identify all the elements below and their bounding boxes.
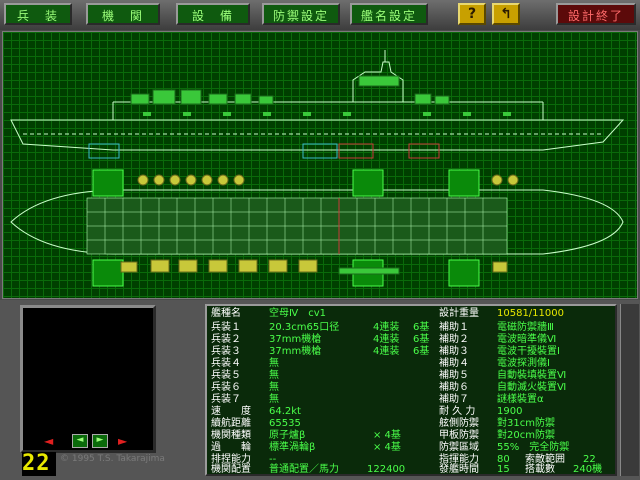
weapon-2-mount: 4連装 bbox=[373, 334, 400, 345]
class-label: 艦種名 bbox=[211, 308, 241, 319]
aux-4-value[interactable]: 電波探測儀Ⅰ bbox=[497, 358, 550, 370]
speed-value: 64.2kt bbox=[269, 406, 301, 417]
undo-button[interactable]: ↰ bbox=[492, 3, 520, 25]
side-armor-label: 舷側防禦 bbox=[439, 418, 479, 429]
layout-label: 機関配置 bbox=[211, 464, 251, 475]
weapon-2-name[interactable]: 37mm機槍 bbox=[269, 334, 321, 346]
aux-2-value[interactable]: 電波暗準儀Ⅵ bbox=[497, 334, 556, 346]
island bbox=[338, 267, 400, 275]
ship-blueprint[interactable] bbox=[2, 31, 638, 299]
durability-value: 1900 bbox=[497, 406, 523, 417]
weapon-1-mount: 4連装 bbox=[373, 322, 400, 333]
weapon-6-name[interactable]: 無 bbox=[269, 382, 279, 394]
aux-7-label: 補助７ bbox=[439, 394, 469, 405]
weapon-1-count: 6基 bbox=[413, 322, 430, 333]
left-arrow-icon[interactable]: ◄ bbox=[44, 435, 53, 447]
side-compartments bbox=[88, 143, 440, 159]
weight-label: 設計重量 bbox=[439, 308, 479, 319]
aux-5-label: 補助５ bbox=[439, 370, 469, 381]
weapon-2-count: 6基 bbox=[413, 334, 430, 345]
defense-value: 55% 完全防禦 bbox=[497, 442, 570, 453]
weapon-4-label: 兵装４ bbox=[211, 358, 241, 369]
top-toolbar: 兵 装 機 関 設 備 防禦設定 艦名設定 ? ↰ 設計終了 bbox=[0, 0, 640, 30]
aircraft-label: 搭載數 bbox=[525, 464, 555, 475]
defense-settings-button[interactable]: 防禦設定 bbox=[262, 3, 340, 25]
engine-count: × 4基 bbox=[373, 430, 401, 441]
right-arrow-icon[interactable]: ► bbox=[118, 435, 127, 447]
class-value: 空母Ⅳ cv1 bbox=[269, 308, 327, 319]
weapon-5-name[interactable]: 無 bbox=[269, 370, 279, 382]
engine-value[interactable]: 原子爐β bbox=[269, 430, 305, 442]
side-view bbox=[10, 50, 625, 151]
aux-3-label: 補助３ bbox=[439, 346, 469, 357]
aux-6-label: 補助６ bbox=[439, 382, 469, 393]
side-openings bbox=[143, 112, 511, 116]
layout-power: 122400 bbox=[367, 464, 406, 475]
weapon-6-label: 兵装６ bbox=[211, 382, 241, 393]
turbine-value[interactable]: 標準渦輪β bbox=[269, 442, 315, 454]
weapon-1-name[interactable]: 20.3cm65口径 bbox=[269, 322, 339, 334]
range-value: 65535 bbox=[269, 418, 301, 429]
engine-label: 機関種類 bbox=[211, 430, 251, 441]
aux-7-value[interactable]: 謎樣裝置α bbox=[497, 394, 544, 406]
exit-design-button[interactable]: 設計終了 bbox=[556, 3, 636, 25]
weapon-3-count: 6基 bbox=[413, 346, 430, 357]
launch-label: 發艦時間 bbox=[439, 464, 479, 475]
defense-label: 防禦區域 bbox=[439, 442, 479, 453]
range-label: 續航距離 bbox=[211, 418, 251, 429]
side-armor-value: 對31cm防禦 bbox=[497, 418, 555, 429]
deck-armor-label: 甲板防禦 bbox=[439, 430, 479, 441]
speed-label: 速 度 bbox=[211, 406, 251, 417]
aux-4-label: 補助４ bbox=[439, 358, 469, 369]
right-scrollbar[interactable] bbox=[620, 304, 639, 476]
weapon-5-label: 兵装５ bbox=[211, 370, 241, 381]
aux-3-value[interactable]: 電波干擾裝置Ⅰ bbox=[497, 346, 560, 358]
layout-value[interactable]: 普通配置／馬力 bbox=[269, 464, 339, 476]
equipment-button[interactable]: 設 備 bbox=[176, 3, 250, 25]
side-turrets bbox=[130, 75, 450, 105]
ship-name-button[interactable]: 艦名設定 bbox=[350, 3, 428, 25]
ship-preview-window bbox=[20, 305, 156, 453]
weapons-button[interactable]: 兵 装 bbox=[4, 3, 72, 25]
aux-5-value[interactable]: 自動裝填裝置Ⅵ bbox=[497, 370, 566, 382]
next-button[interactable]: ► bbox=[92, 434, 108, 448]
copyright-text: © 1995 T.S. Takarajima bbox=[60, 454, 165, 464]
weapon-3-mount: 4連装 bbox=[373, 346, 400, 357]
aircraft-value: 240機 bbox=[573, 464, 603, 475]
weapon-2-label: 兵装２ bbox=[211, 334, 241, 345]
weapon-4-name[interactable]: 無 bbox=[269, 358, 279, 370]
aux-2-label: 補助２ bbox=[439, 334, 469, 345]
aux-1-value[interactable]: 電磁防禦牆Ⅲ bbox=[497, 322, 554, 334]
weapon-7-label: 兵装７ bbox=[211, 394, 241, 405]
turbine-count: × 4基 bbox=[373, 442, 401, 453]
deck-armor-value: 對20cm防禦 bbox=[497, 430, 555, 441]
aux-1-label: 補助１ bbox=[439, 322, 469, 333]
weapon-3-label: 兵装３ bbox=[211, 346, 241, 357]
weight-value: 10581/11000 bbox=[497, 308, 564, 319]
weapon-7-name[interactable]: 無 bbox=[269, 394, 279, 406]
durability-label: 耐 久 力 bbox=[439, 406, 476, 417]
weapon-3-name[interactable]: 37mm機槍 bbox=[269, 346, 321, 358]
engine-button[interactable]: 機 関 bbox=[86, 3, 160, 25]
ship-spec-panel: 艦種名 空母Ⅳ cv1 設計重量 10581/11000 兵装１ 20.3cm6… bbox=[205, 304, 617, 476]
aux-6-value[interactable]: 自動滅火裝置Ⅵ bbox=[497, 382, 566, 394]
weapon-1-label: 兵装１ bbox=[211, 322, 241, 333]
prev-button[interactable]: ◄ bbox=[72, 434, 88, 448]
help-button[interactable]: ? bbox=[458, 3, 486, 25]
turbine-label: 過 輪 bbox=[211, 442, 251, 453]
blueprint-drawing bbox=[10, 50, 625, 287]
turn-counter: 22 bbox=[22, 452, 56, 476]
launch-value: 15 bbox=[497, 464, 510, 475]
